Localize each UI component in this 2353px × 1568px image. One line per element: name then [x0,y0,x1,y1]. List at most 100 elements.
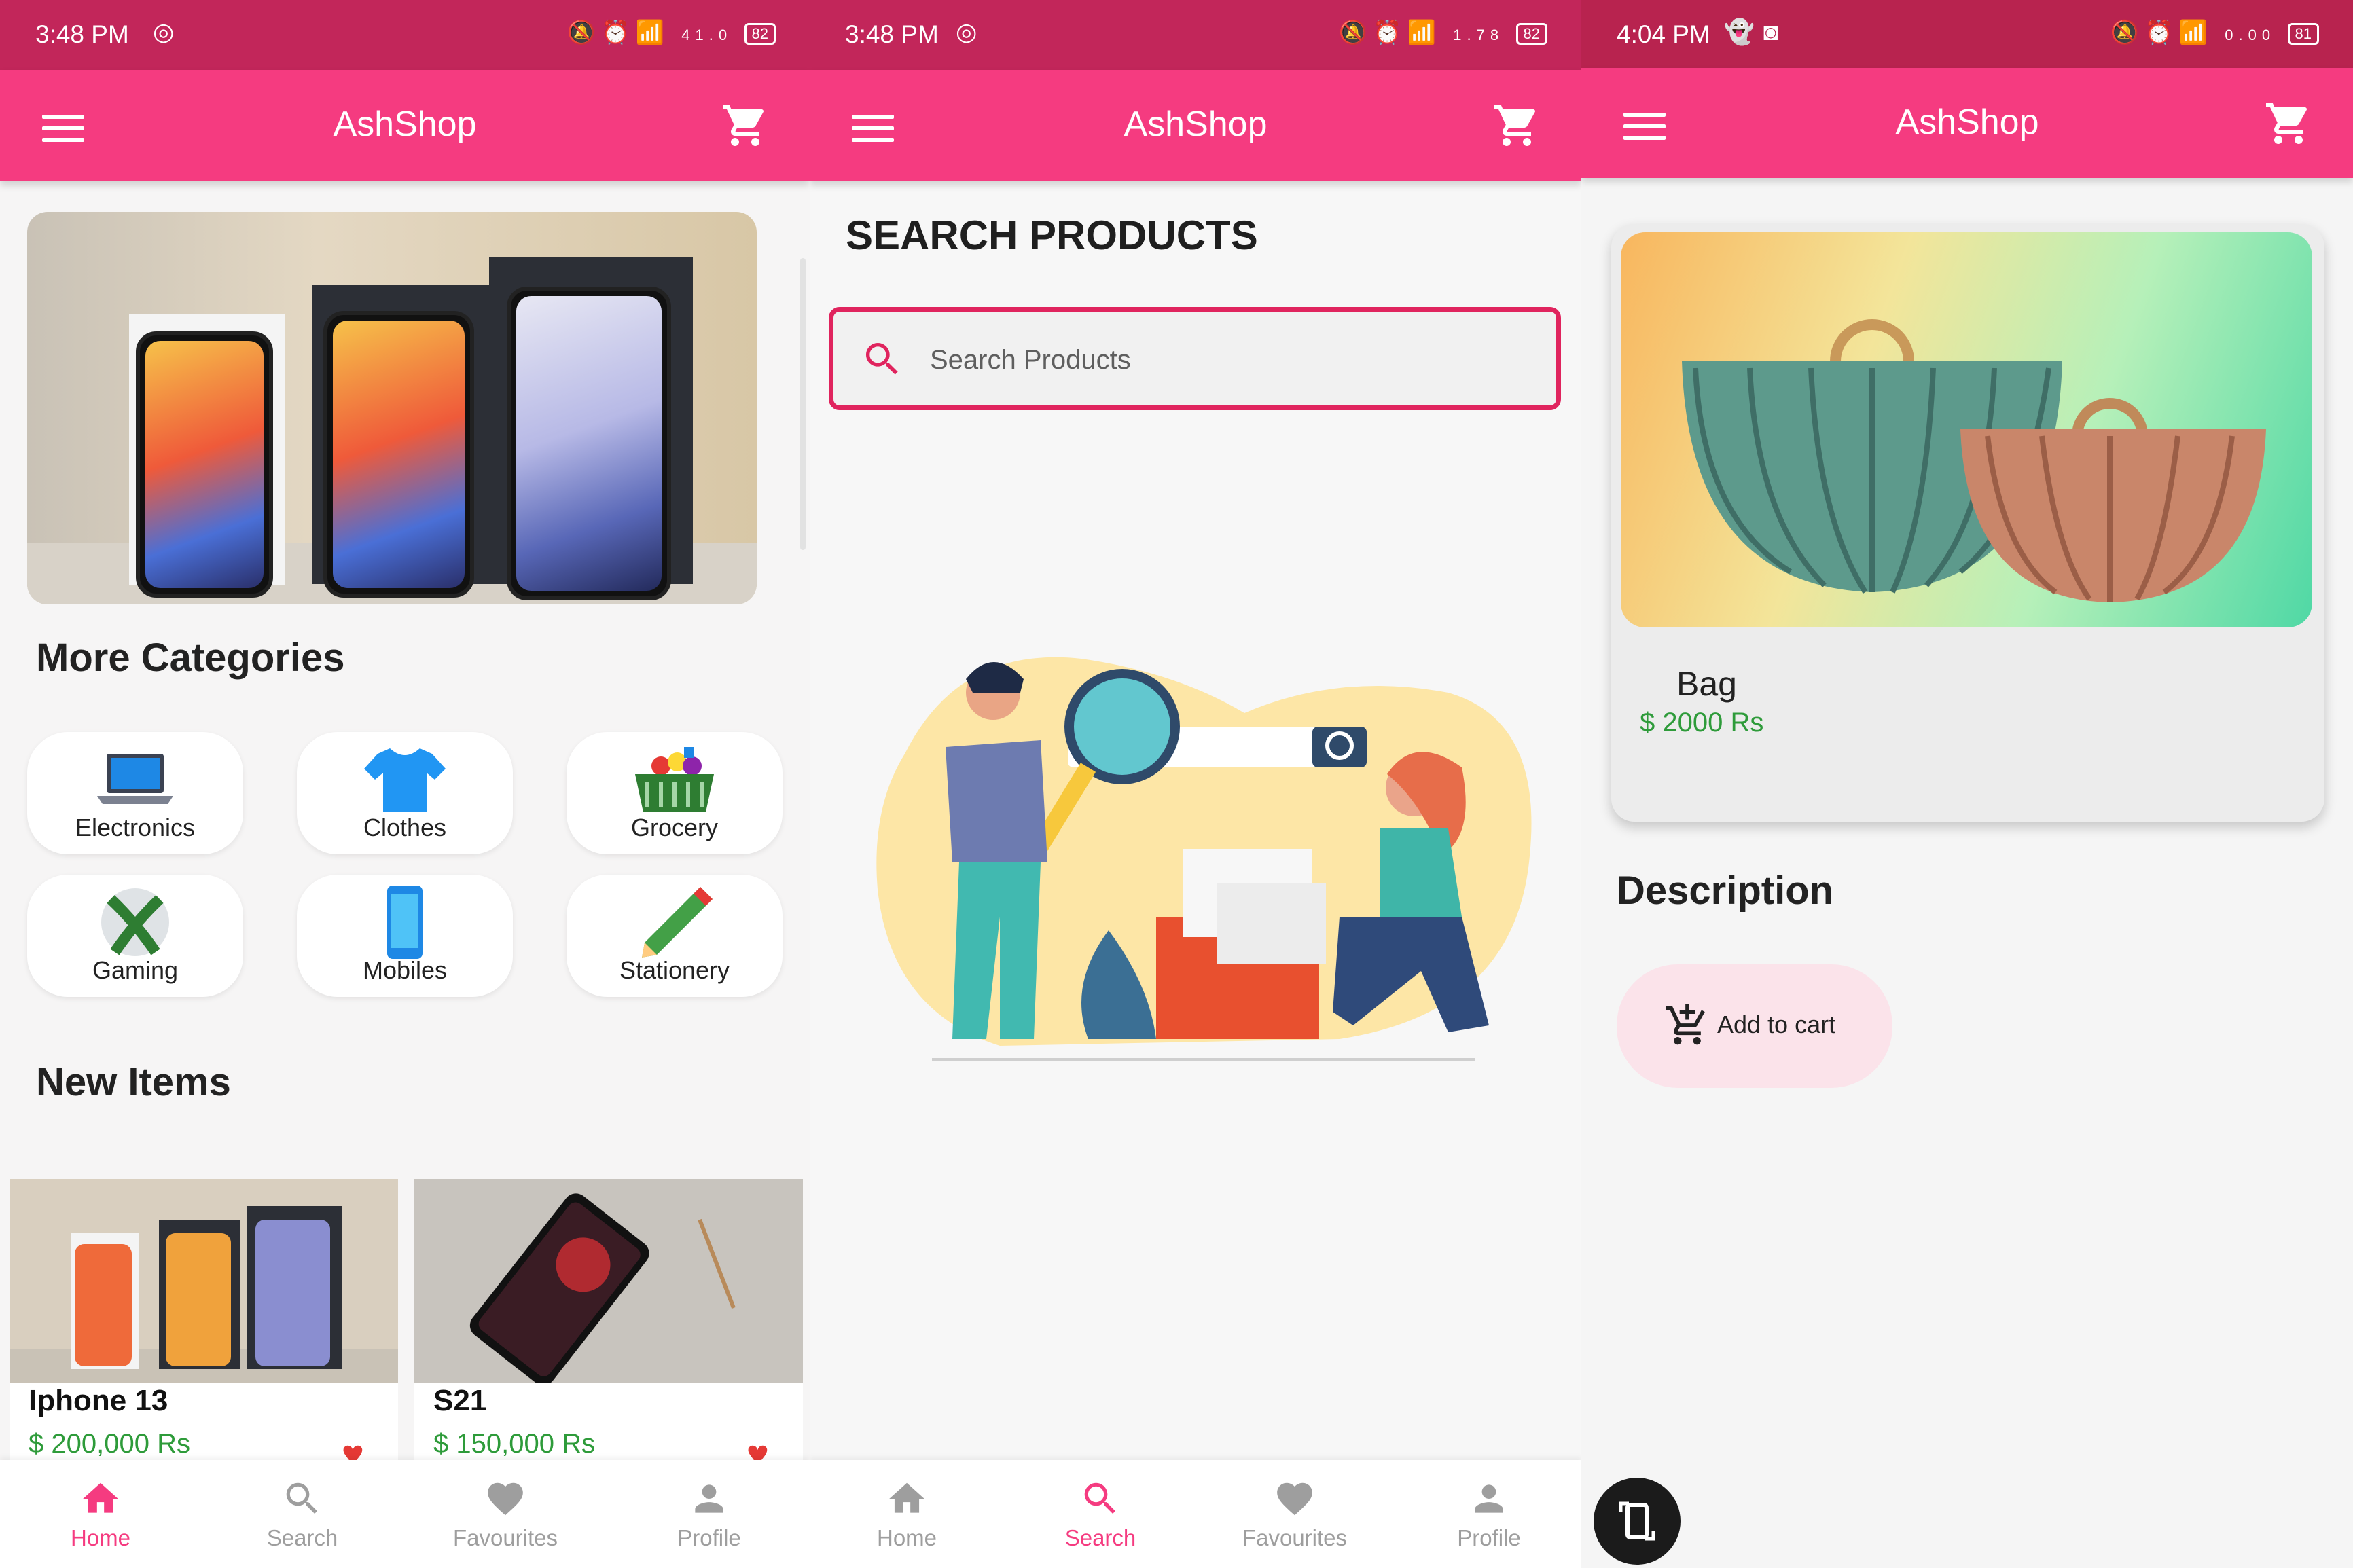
rotate-icon [1619,1501,1655,1541]
product-price: $ 200,000 Rs [29,1429,190,1459]
category-clothes[interactable]: Clothes [297,732,513,854]
battery-indicator: 82 [744,23,776,45]
nav-label: Favourites [1242,1525,1348,1550]
search-icon [286,1482,317,1514]
status-time: 4:04 PM [1617,20,1710,48]
product-image [414,1179,803,1383]
category-label: Gaming [92,956,179,984]
product-card-iphone[interactable]: Iphone 13 $ 200,000 Rs ♥ [10,1179,398,1464]
status-bar: 4:04 PM 👻 ◙ 🔕⏰📶 0.00 81 [1581,0,2353,70]
cart-icon[interactable] [1490,101,1543,150]
category-gaming[interactable]: Gaming [27,875,243,997]
search-input[interactable] [929,339,1515,381]
bottom-navigation: Home Search Favourites Profile [810,1460,1581,1568]
app-bar: AshShop [0,70,810,181]
product-card-s21[interactable]: S21 $ 150,000 Rs ♥ [414,1179,803,1464]
product-name: Iphone 13 [29,1384,168,1417]
nav-profile[interactable]: Profile [641,1478,777,1551]
bottom-navigation: Home Search Favourites Profile [0,1460,810,1568]
status-icons: 🔕⏰📶 1.78 82 [1339,19,1547,46]
heart-icon[interactable]: ♥ [747,1432,769,1464]
pencil-icon [642,887,713,958]
phone-icon [387,886,423,959]
basket-icon [635,747,714,812]
home-icon [889,1482,924,1513]
nav-label: Home [876,1525,937,1550]
product-detail-card: Bag $ 2000 Rs [1611,224,2324,822]
net-speed: 0.00 [2225,26,2276,43]
cart-icon[interactable] [2262,99,2315,148]
search-icon [866,343,898,375]
nav-label: Profile [677,1525,741,1550]
status-time: 3:48 PM [35,20,129,48]
home-screen: 3:48 PM ◎ 🔕⏰📶 41.0 82 AshShop More Categ… [0,0,810,1568]
category-grocery[interactable]: Grocery [567,732,783,854]
product-name: S21 [433,1384,487,1417]
promo-banner[interactable] [27,212,757,604]
battery-indicator: 81 [2287,23,2319,45]
app-title: AshShop [1124,105,1268,144]
add-to-cart-button[interactable]: Add to cart [1617,964,1892,1088]
heart-icon [488,1482,523,1516]
screen-rotate-button[interactable] [1594,1478,1681,1565]
net-speed: 1.78 [1453,26,1505,43]
page-title: SEARCH PRODUCTS [846,213,1258,258]
add-shopping-cart-icon [1666,1004,1705,1045]
nav-label: Search [266,1525,338,1550]
category-label: Grocery [630,814,719,841]
app-title: AshShop [333,105,477,144]
app-title: AshShop [1895,103,2039,142]
person-icon [695,1484,723,1513]
person-icon [1475,1484,1503,1513]
category-label: Clothes [363,814,447,841]
status-bar: 3:48 PM ◎ 🔕⏰📶 1.78 82 [810,0,1581,70]
search-illustration [876,657,1532,1061]
product-price: $ 150,000 Rs [433,1429,595,1459]
status-icons: 🔕⏰📶 41.0 82 [567,19,776,46]
search-screen: 3:48 PM ◎ 🔕⏰📶 1.78 82 AshShop SEARCH PRO… [810,0,1581,1568]
laptop-icon [97,754,173,804]
snapchat-icon: 👻 [1724,18,1755,45]
cart-icon[interactable] [719,101,772,150]
status-time: 3:48 PM [845,20,939,48]
net-speed: 41.0 [681,26,733,43]
nav-favourites[interactable]: Favourites [1227,1478,1363,1551]
nav-home[interactable]: Home [839,1478,975,1551]
heart-icon [1277,1482,1312,1516]
nav-label: Profile [1457,1525,1521,1550]
nav-search[interactable]: Search [234,1478,370,1551]
whatsapp-icon: ◎ [153,18,175,45]
description-heading: Description [1617,869,1834,913]
home-icon [83,1482,118,1513]
category-label: Stationery [619,956,730,984]
nav-search[interactable]: Search [1032,1478,1168,1551]
nav-home[interactable]: Home [33,1478,168,1551]
app-bar: AshShop [1581,68,2353,178]
heart-icon[interactable]: ♥ [342,1432,364,1464]
category-electronics[interactable]: Electronics [27,732,243,854]
app-bar: AshShop [810,70,1581,181]
search-field[interactable] [829,307,1561,410]
add-to-cart-label: Add to cart [1717,1010,1836,1038]
nav-label: Favourites [452,1525,558,1550]
product-image [10,1179,398,1383]
nav-label: Home [70,1525,131,1550]
status-bar: 3:48 PM ◎ 🔕⏰📶 41.0 82 [0,0,810,70]
new-items-heading: New Items [36,1060,231,1104]
product-name: Bag [1676,665,1737,703]
category-label: Electronics [75,814,196,841]
category-mobiles[interactable]: Mobiles [297,875,513,997]
category-label: Mobiles [362,956,448,984]
product-price: $ 2000 Rs [1640,708,1764,737]
search-icon [1084,1482,1115,1514]
nav-favourites[interactable]: Favourites [437,1478,573,1551]
nav-profile[interactable]: Profile [1421,1478,1557,1551]
status-icons: 🔕⏰📶 0.00 81 [2110,19,2319,46]
category-stationery[interactable]: Stationery [567,875,783,997]
tshirt-icon [364,748,446,812]
whatsapp-icon: ◎ [956,18,977,45]
nav-label: Search [1064,1525,1136,1550]
xbox-icon [101,888,169,956]
battery-indicator: 82 [1515,23,1547,45]
product-image [1621,232,2312,627]
